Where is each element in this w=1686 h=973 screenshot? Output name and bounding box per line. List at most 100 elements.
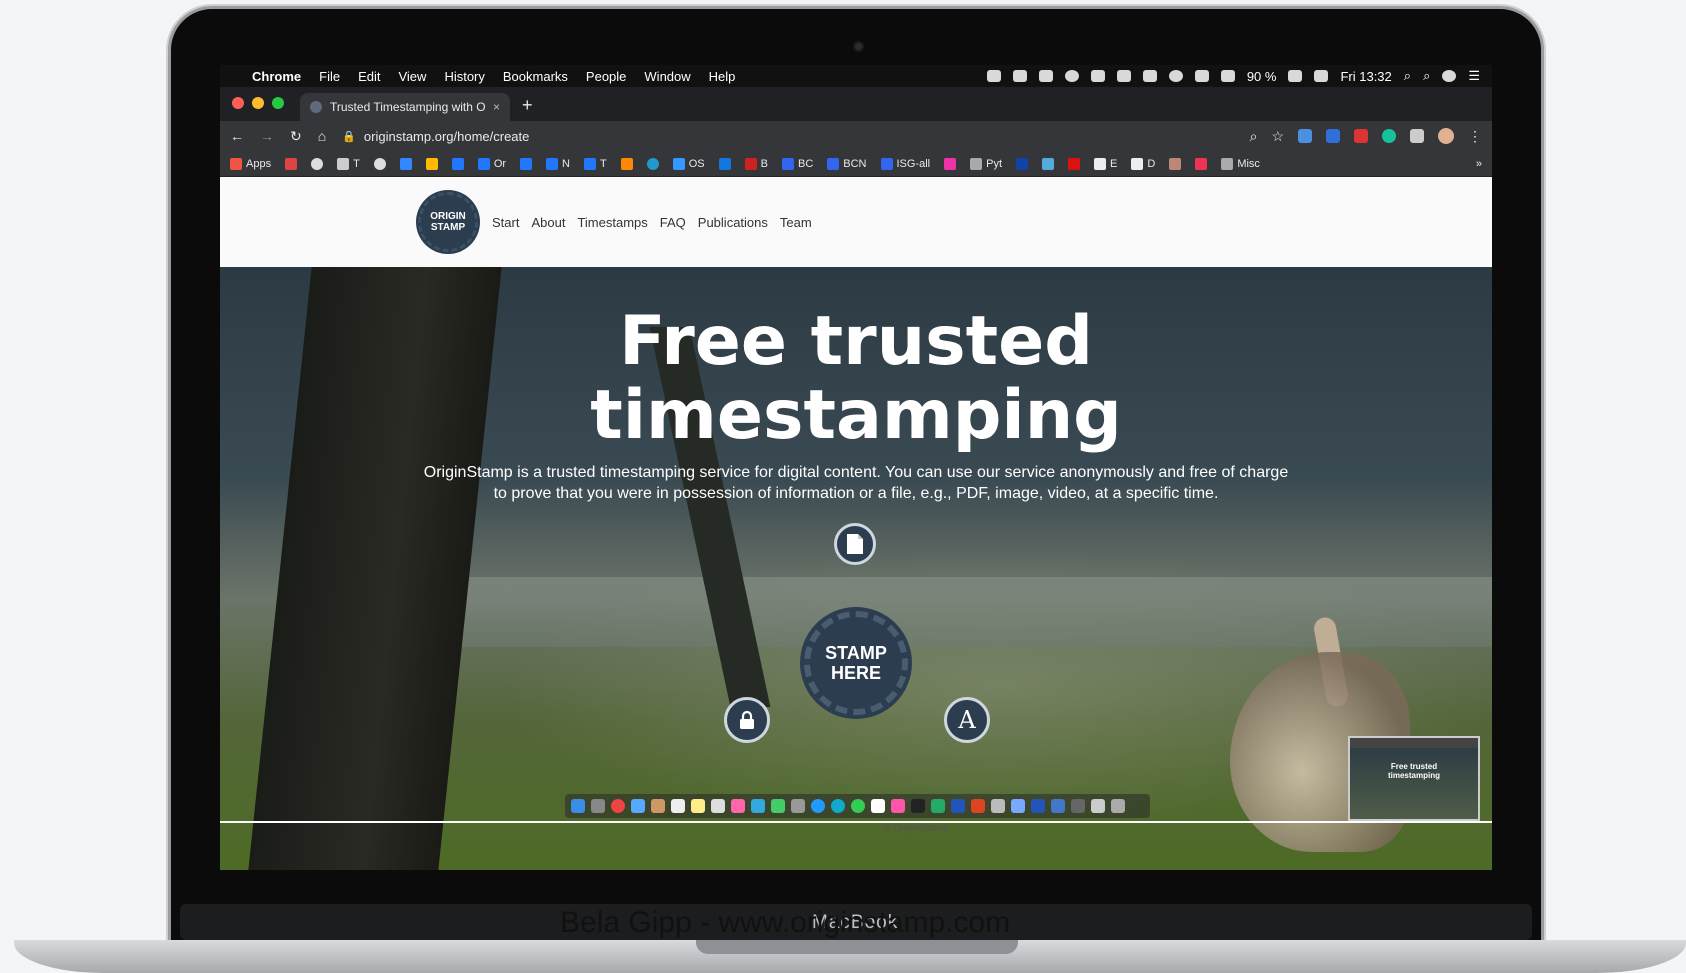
preview-icon[interactable]	[711, 799, 725, 813]
skype-icon[interactable]	[831, 799, 845, 813]
bookmark-os[interactable]: OS	[672, 157, 705, 170]
browser-tab[interactable]: Trusted Timestamping with Ori ×	[300, 93, 510, 121]
nav-about[interactable]: About	[531, 215, 565, 230]
wifi-icon[interactable]	[1194, 70, 1209, 82]
document-icon[interactable]	[1031, 799, 1045, 813]
dropbox-icon[interactable]	[1012, 70, 1027, 82]
search-icon[interactable]: ⌕	[1423, 68, 1430, 84]
terminal-icon[interactable]	[911, 799, 925, 813]
facetime-icon[interactable]	[771, 799, 785, 813]
grammarly-icon[interactable]	[1382, 129, 1396, 143]
bookmark-pr[interactable]	[1016, 157, 1029, 170]
folder-icon[interactable]	[1011, 799, 1025, 813]
nav-team[interactable]: Team	[780, 215, 812, 230]
lastpass-icon[interactable]	[1354, 129, 1368, 143]
picture-in-picture-preview[interactable]: Free trusted timestamping	[1348, 736, 1480, 821]
zoom-icon[interactable]: ⌕	[1250, 128, 1258, 145]
calendar-icon[interactable]	[671, 799, 685, 813]
check-icon[interactable]	[1038, 70, 1053, 82]
close-tab-icon[interactable]: ×	[493, 100, 500, 114]
menu-bookmarks[interactable]: Bookmarks	[503, 69, 568, 84]
back-icon[interactable]: ←	[230, 128, 244, 144]
safari-icon[interactable]	[631, 799, 645, 813]
originstamp-logo[interactable]: ORIGIN STAMP	[418, 192, 478, 252]
bookmark-or[interactable]: Or	[477, 157, 506, 170]
bookmark-globe[interactable]	[311, 157, 324, 170]
bookmark-jira[interactable]	[451, 157, 464, 170]
bookmark-globe-3[interactable]	[646, 157, 659, 170]
display-icon[interactable]	[1314, 70, 1329, 82]
nav-timestamps[interactable]: Timestamps	[577, 215, 647, 230]
launchpad-icon[interactable]	[591, 799, 605, 813]
bookmark-outlook[interactable]	[718, 157, 731, 170]
word-icon[interactable]	[951, 799, 965, 813]
menu-people[interactable]: People	[586, 69, 626, 84]
bookmark-bcn[interactable]: BCN	[827, 157, 867, 170]
chrome-icon[interactable]	[611, 799, 625, 813]
spotlight-icon[interactable]: ⌕	[1404, 68, 1411, 84]
bookmark-e[interactable]: E	[1094, 157, 1117, 170]
bookmark-apps[interactable]: Apps	[230, 157, 271, 170]
siri-icon[interactable]	[1442, 70, 1457, 82]
folder-icon[interactable]	[1091, 799, 1105, 813]
app-store-icon[interactable]	[811, 799, 825, 813]
nav-faq[interactable]: FAQ	[660, 215, 686, 230]
lock-icon[interactable]: 🔒	[342, 130, 356, 143]
bookmark-drive[interactable]	[425, 157, 438, 170]
new-tab-button[interactable]: +	[522, 95, 533, 116]
bookmark-globe-2[interactable]	[373, 157, 386, 170]
drive-icon[interactable]	[1142, 70, 1157, 82]
url-text[interactable]: originstamp.org/home/create	[364, 129, 529, 144]
messages-icon[interactable]	[751, 799, 765, 813]
extension-icon[interactable]	[1326, 129, 1340, 143]
bookmark-confluence[interactable]	[520, 157, 533, 170]
battery-icon[interactable]	[1288, 70, 1303, 82]
zoom-window-button[interactable]	[272, 97, 284, 109]
flame-icon[interactable]	[1116, 70, 1131, 82]
forward-icon[interactable]: →	[260, 128, 274, 144]
status-icon[interactable]	[1064, 70, 1079, 82]
bookmark-t-2[interactable]: T	[584, 157, 607, 170]
file-icon[interactable]	[834, 523, 876, 565]
close-window-button[interactable]	[232, 97, 244, 109]
nav-start[interactable]: Start	[492, 215, 519, 230]
extension-icon[interactable]	[1410, 129, 1424, 143]
stickies-icon[interactable]	[691, 799, 705, 813]
bookmark-isg-all[interactable]: ISG-all	[880, 157, 930, 170]
document-icon[interactable]	[871, 799, 885, 813]
minimize-window-button[interactable]	[252, 97, 264, 109]
address-bar[interactable]: 🔒 originstamp.org/home/create	[342, 124, 1233, 148]
excel-icon[interactable]	[931, 799, 945, 813]
nav-publications[interactable]: Publications	[698, 215, 768, 230]
menubar-clock[interactable]: Fri 13:32	[1340, 69, 1391, 84]
star-icon[interactable]: ☆	[1271, 128, 1284, 145]
finder-icon[interactable]	[571, 799, 585, 813]
folder-icon[interactable]	[991, 799, 1005, 813]
menu-history[interactable]: History	[444, 69, 484, 84]
bookmark-n[interactable]: N	[546, 157, 570, 170]
bookmark-netflix[interactable]	[1068, 157, 1081, 170]
bookmark-doc[interactable]	[1042, 157, 1055, 170]
bookmark-b[interactable]: B	[744, 157, 768, 170]
menu-edit[interactable]: Edit	[358, 69, 380, 84]
bookmark-slack[interactable]	[944, 157, 957, 170]
bookmarks-more-button[interactable]: »	[1476, 158, 1482, 170]
bookmark-pyt[interactable]: Pyt	[970, 157, 1002, 170]
text-icon[interactable]: A	[944, 697, 990, 743]
bookmark-pocket[interactable]	[1195, 157, 1208, 170]
reload-icon[interactable]: ↻	[290, 128, 302, 145]
keyboard-icon[interactable]	[1071, 799, 1085, 813]
trash-icon[interactable]	[1111, 799, 1125, 813]
profile-avatar[interactable]	[1438, 128, 1454, 144]
bookmark-d[interactable]: D	[1131, 157, 1155, 170]
cloud-icon[interactable]	[986, 70, 1001, 82]
settings-icon[interactable]	[791, 799, 805, 813]
more-menu-icon[interactable]: ⋮	[1468, 128, 1482, 145]
notification-center-icon[interactable]: ☰	[1468, 68, 1480, 84]
download-icon[interactable]	[1051, 799, 1065, 813]
home-icon[interactable]: ⌂	[318, 128, 326, 144]
menu-view[interactable]: View	[398, 69, 426, 84]
bookmark-misc[interactable]: Misc	[1221, 157, 1260, 170]
music-icon[interactable]	[891, 799, 905, 813]
menu-window[interactable]: Window	[644, 69, 690, 84]
